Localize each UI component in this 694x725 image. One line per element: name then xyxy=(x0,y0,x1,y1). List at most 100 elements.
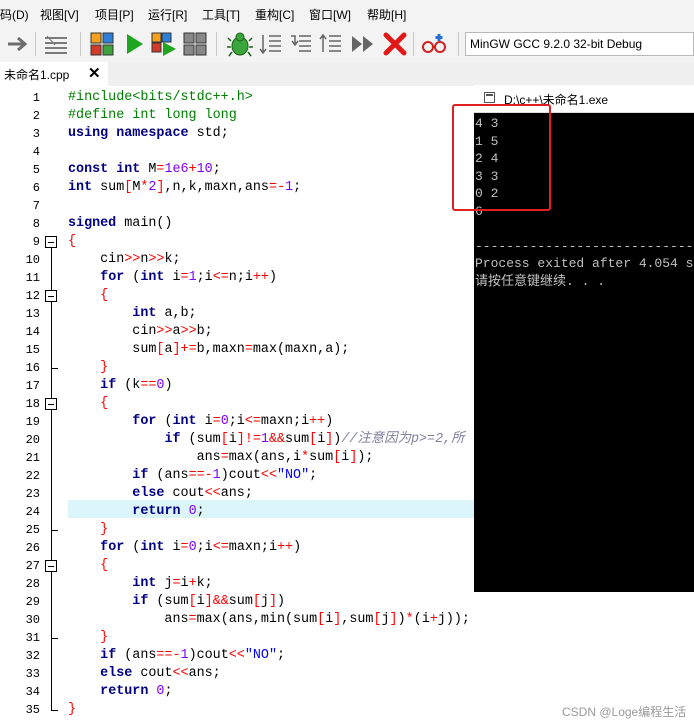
menu-item-code[interactable]: 码(D) xyxy=(0,6,29,23)
compile-run-icon[interactable] xyxy=(150,30,178,58)
fold-end-marker xyxy=(51,710,58,711)
fold-collapse-icon[interactable] xyxy=(45,290,57,302)
code-token: * xyxy=(301,450,310,465)
code-line[interactable]: cin>>n>>k; xyxy=(68,251,180,269)
code-line[interactable]: else cout<<ans; xyxy=(68,665,221,683)
code-line[interactable]: return 0; xyxy=(68,503,204,521)
menu-item-project[interactable]: 项目[P] xyxy=(95,6,134,23)
code-token: = xyxy=(212,414,221,429)
close-icon[interactable]: ✕ xyxy=(88,64,101,82)
code-line[interactable]: for (int i=1;i<=n;i++) xyxy=(68,269,277,287)
code-token: = xyxy=(244,342,253,357)
code-token: * xyxy=(405,612,414,627)
line-number: 33 xyxy=(25,667,40,681)
syntax-check-icon[interactable] xyxy=(42,30,70,58)
code-token: ==- xyxy=(156,648,181,663)
line-number: 17 xyxy=(25,379,40,393)
code-line[interactable]: if (k==0) xyxy=(68,377,172,395)
debug-icon[interactable] xyxy=(226,30,254,58)
code-line[interactable]: ans=max(ans,min(sum[i],sum[j])*(i+j)); xyxy=(68,611,470,629)
code-line[interactable]: else cout<<ans; xyxy=(68,485,253,503)
code-token: ++ xyxy=(309,414,326,429)
code-token: 1 xyxy=(212,468,221,483)
code-line[interactable]: const int M=1e6+10; xyxy=(68,161,221,179)
code-token: ;i xyxy=(196,270,213,285)
menu-item-view[interactable]: 视图[V] xyxy=(40,6,79,23)
annotation-highlight-box xyxy=(452,104,551,211)
code-token: [ xyxy=(317,612,326,627)
step-icon[interactable] xyxy=(257,30,285,58)
code-line[interactable]: signed main() xyxy=(68,215,172,233)
stop-icon[interactable] xyxy=(381,30,409,58)
code-token: sum xyxy=(285,432,310,447)
continue-icon[interactable] xyxy=(349,30,377,58)
code-line[interactable]: { xyxy=(68,557,108,575)
run-icon[interactable] xyxy=(120,30,148,58)
code-token: cout xyxy=(132,666,173,681)
code-line[interactable]: int a,b; xyxy=(68,305,196,323)
code-token: i xyxy=(196,414,213,429)
code-line[interactable]: #include<bits/stdc++.h> xyxy=(68,89,253,107)
line-number: 29 xyxy=(25,595,40,609)
code-line[interactable]: return 0; xyxy=(68,683,172,701)
code-line[interactable]: } xyxy=(68,629,108,647)
code-line[interactable]: for (int i=0;i<=maxn;i++) xyxy=(68,413,333,431)
code-line[interactable]: int j=i+k; xyxy=(68,575,212,593)
code-token: using xyxy=(68,126,109,141)
code-token: M xyxy=(140,162,157,177)
code-token: <= xyxy=(212,540,229,555)
code-token: { xyxy=(100,288,109,303)
rebuild-icon[interactable] xyxy=(182,30,210,58)
code-line[interactable]: if (ans==-1)cout<<"NO"; xyxy=(68,467,317,485)
line-number: 28 xyxy=(25,577,40,591)
line-number: 9 xyxy=(32,235,40,249)
compiler-select[interactable]: MinGW GCC 9.2.0 32-bit Debug xyxy=(465,32,694,56)
code-line[interactable]: } xyxy=(68,521,108,539)
profile-icon[interactable] xyxy=(420,30,448,58)
menu-item-run[interactable]: 运行[R] xyxy=(148,6,187,23)
code-line[interactable]: if (ans==-1)cout<<"NO"; xyxy=(68,647,285,665)
step-into-icon[interactable] xyxy=(287,30,315,58)
code-line[interactable]: for (int i=0;i<=maxn;i++) xyxy=(68,539,301,557)
code-line[interactable]: if (sum[i]!=1&&sum[i])//注意因为p>=2,所 xyxy=(68,431,464,449)
code-line[interactable]: } xyxy=(68,359,108,377)
code-token: ) xyxy=(268,270,278,285)
code-token: maxn;i xyxy=(260,414,310,429)
code-token: [ xyxy=(309,432,318,447)
code-line[interactable]: using namespace std; xyxy=(68,125,229,143)
line-number: 21 xyxy=(25,451,40,465)
step-over-icon[interactable] xyxy=(317,30,345,58)
goto-arrow-icon[interactable] xyxy=(4,30,32,58)
code-line[interactable]: { xyxy=(68,287,108,305)
tab-file[interactable]: 未命名1.cpp ✕ xyxy=(0,62,108,86)
code-line[interactable]: #define int long long xyxy=(68,107,237,125)
code-line[interactable]: { xyxy=(68,395,108,413)
code-line[interactable]: { xyxy=(68,233,76,251)
code-line[interactable]: } xyxy=(68,701,76,719)
code-line[interactable]: cin>>a>>b; xyxy=(68,323,212,341)
line-number: 24 xyxy=(25,505,40,519)
line-number: 4 xyxy=(32,145,40,159)
menu-item-window[interactable]: 窗口[W] xyxy=(309,6,351,23)
code-token: && xyxy=(268,432,286,447)
code-line[interactable]: int sum[M*2],n,k,maxn,ans=-1; xyxy=(68,179,301,197)
code-line[interactable]: sum[a]+=b,maxn=max(maxn,a); xyxy=(68,341,349,359)
menu-item-help[interactable]: 帮助[H] xyxy=(367,6,406,23)
code-line[interactable]: ans=max(ans,i*sum[i]); xyxy=(68,449,374,467)
code-token: = xyxy=(220,450,229,465)
line-number: 26 xyxy=(25,541,40,555)
menu-item-tools[interactable]: 工具[T] xyxy=(202,6,240,23)
compile-icon[interactable] xyxy=(88,30,116,58)
code-token: ] xyxy=(268,594,278,609)
code-token: ); xyxy=(357,450,374,465)
code-line[interactable]: if (sum[i]&&sum[j]) xyxy=(68,593,285,611)
toolbar: MinGW GCC 9.2.0 32-bit Debug xyxy=(0,28,694,63)
fold-collapse-icon[interactable] xyxy=(45,398,57,410)
menu-item-refactor[interactable]: 重构[C] xyxy=(255,6,294,23)
fold-collapse-icon[interactable] xyxy=(45,236,57,248)
code-token: int xyxy=(132,306,157,321)
fold-collapse-icon[interactable] xyxy=(45,560,57,572)
